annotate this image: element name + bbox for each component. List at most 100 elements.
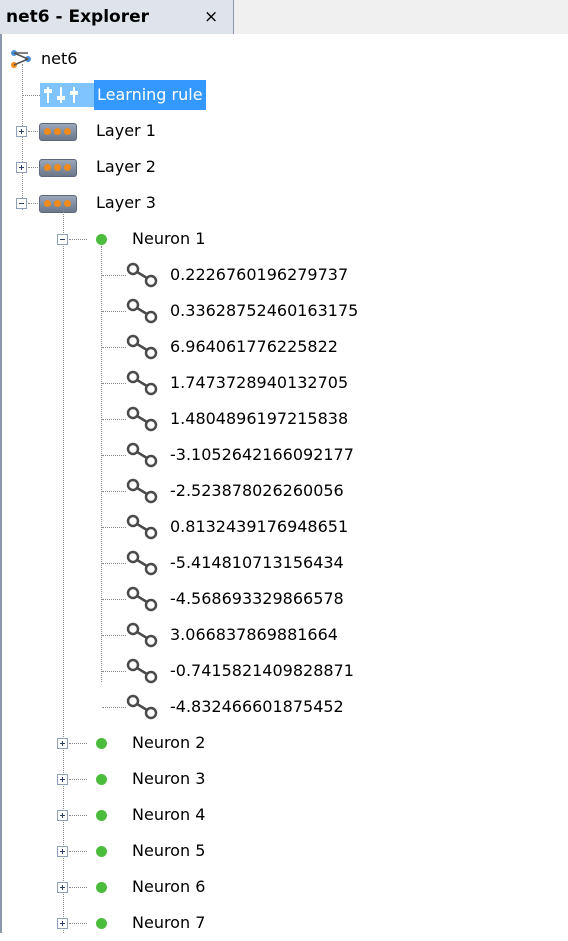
tree-connector xyxy=(69,923,87,924)
layer-label: Layer 3 xyxy=(96,193,156,212)
neuron-label: Neuron 2 xyxy=(132,733,206,752)
layer-icon xyxy=(39,159,77,177)
expander-minus xyxy=(60,239,65,240)
tree-item-weight[interactable]: 0.2226760196279737 xyxy=(0,257,420,293)
weight-value: -5.414810713156434 xyxy=(170,553,344,572)
tree-item-neuron[interactable]: Neuron 3 xyxy=(0,761,260,797)
neuron-dot-icon xyxy=(96,810,107,821)
connection-link-icon xyxy=(126,298,158,324)
tree-item-weight[interactable]: -2.523878026260056 xyxy=(0,473,420,509)
weight-value: -0.7415821409828871 xyxy=(170,661,354,680)
weight-value: 6.964061776225822 xyxy=(170,337,338,356)
learning-rule-icon xyxy=(40,83,94,107)
tree-item-neuron[interactable]: Neuron 5 xyxy=(0,833,260,869)
tree-item-neuron[interactable]: Neuron 7 xyxy=(0,905,260,941)
tree-item-weight[interactable]: -0.7415821409828871 xyxy=(0,653,420,689)
tree-item-weight[interactable]: -4.832466601875452 xyxy=(0,689,420,725)
tree-item-weight[interactable]: 0.33628752460163175 xyxy=(0,293,420,329)
layer-node-dot xyxy=(54,164,61,171)
expand-icon[interactable] xyxy=(57,738,68,749)
tree-connector xyxy=(69,851,87,852)
tree-item-neuron[interactable]: Neuron 2 xyxy=(0,725,260,761)
layer-label: Layer 1 xyxy=(96,121,156,140)
neuron-label: Neuron 4 xyxy=(132,805,206,824)
tree-item-weight[interactable]: 1.7473728940132705 xyxy=(0,365,420,401)
tree-connector xyxy=(69,239,87,240)
expand-icon[interactable] xyxy=(57,774,68,785)
tree-item-layer[interactable]: Layer 3 xyxy=(0,185,200,221)
neuron-dot-icon xyxy=(96,738,107,749)
layer-node-dot xyxy=(44,200,51,207)
collapse-icon[interactable] xyxy=(16,198,27,209)
expand-icon[interactable] xyxy=(57,846,68,857)
connection-link-icon xyxy=(126,370,158,396)
connection-link-icon xyxy=(126,478,158,504)
neuron-dot-icon xyxy=(96,882,107,893)
tree-connector xyxy=(102,671,126,672)
tree-root[interactable]: net6 xyxy=(8,41,208,77)
tree-item-neuron[interactable]: Neuron 6 xyxy=(0,869,260,905)
tree-connector xyxy=(69,887,87,888)
weight-value: 0.8132439176948651 xyxy=(170,517,349,536)
layer-node-dot xyxy=(64,128,71,135)
collapse-icon[interactable] xyxy=(57,234,68,245)
layer-node-dot xyxy=(44,128,51,135)
tree-item-weight[interactable]: -5.414810713156434 xyxy=(0,545,420,581)
connection-link-icon xyxy=(126,586,158,612)
expand-icon[interactable] xyxy=(57,810,68,821)
weight-value: -3.1052642166092177 xyxy=(170,445,354,464)
expand-icon[interactable] xyxy=(57,882,68,893)
expand-icon[interactable] xyxy=(16,162,27,173)
tree-connector xyxy=(28,203,38,204)
expander-plus xyxy=(62,813,63,818)
connection-link-icon xyxy=(126,658,158,684)
neuron-dot-icon xyxy=(96,774,107,785)
learning-rule-label: Learning rule xyxy=(94,80,206,110)
tree-item-weight[interactable]: 1.4804896197215838 xyxy=(0,401,420,437)
weight-value: 0.2226760196279737 xyxy=(170,265,349,284)
neuron-label: Neuron 7 xyxy=(132,913,206,932)
tree-connector xyxy=(69,779,87,780)
tree-connector xyxy=(102,275,126,276)
tree-connector xyxy=(102,491,126,492)
tree-connector xyxy=(102,707,126,708)
tree-connector xyxy=(28,167,38,168)
expander-plus xyxy=(62,885,63,890)
expand-icon[interactable] xyxy=(57,918,68,929)
expander-plus xyxy=(62,777,63,782)
tree-item-layer[interactable]: Layer 1 xyxy=(0,113,200,149)
tree-item-neuron[interactable]: Neuron 1 xyxy=(0,221,260,257)
tree-connector xyxy=(102,599,126,600)
tree-item-weight[interactable]: 3.066837869881664 xyxy=(0,617,420,653)
expander-plus xyxy=(21,129,22,134)
layer-node-dot xyxy=(54,128,61,135)
tree-connector xyxy=(22,95,40,96)
weight-value: -4.568693329866578 xyxy=(170,589,344,608)
tree-connector xyxy=(102,455,126,456)
tree-item-learning-rule[interactable]: Learning rule xyxy=(0,77,260,113)
tree-item-layer[interactable]: Layer 2 xyxy=(0,149,200,185)
connection-link-icon xyxy=(126,550,158,576)
tree-item-weight[interactable]: 6.964061776225822 xyxy=(0,329,420,365)
layer-node-dot xyxy=(64,164,71,171)
tree-item-weight[interactable]: -4.568693329866578 xyxy=(0,581,420,617)
connection-link-icon xyxy=(126,442,158,468)
tree-item-weight[interactable]: -3.1052642166092177 xyxy=(0,437,420,473)
connection-link-icon xyxy=(126,622,158,648)
tree-item-neuron[interactable]: Neuron 4 xyxy=(0,797,260,833)
connection-link-icon xyxy=(126,406,158,432)
expand-icon[interactable] xyxy=(16,126,27,137)
tree-connector xyxy=(69,815,87,816)
neuron-label: Neuron 5 xyxy=(132,841,206,860)
expander-plus xyxy=(62,849,63,854)
expander-plus xyxy=(62,921,63,926)
weight-value: -4.832466601875452 xyxy=(170,697,344,716)
weight-value: 0.33628752460163175 xyxy=(170,301,359,320)
connection-link-icon xyxy=(126,514,158,540)
weight-value: 1.4804896197215838 xyxy=(170,409,349,428)
tree-connector xyxy=(102,527,126,528)
tree-connector xyxy=(102,383,126,384)
tree-item-weight[interactable]: 0.8132439176948651 xyxy=(0,509,420,545)
expander-minus xyxy=(19,203,24,204)
neuron-label: Neuron 6 xyxy=(132,877,206,896)
